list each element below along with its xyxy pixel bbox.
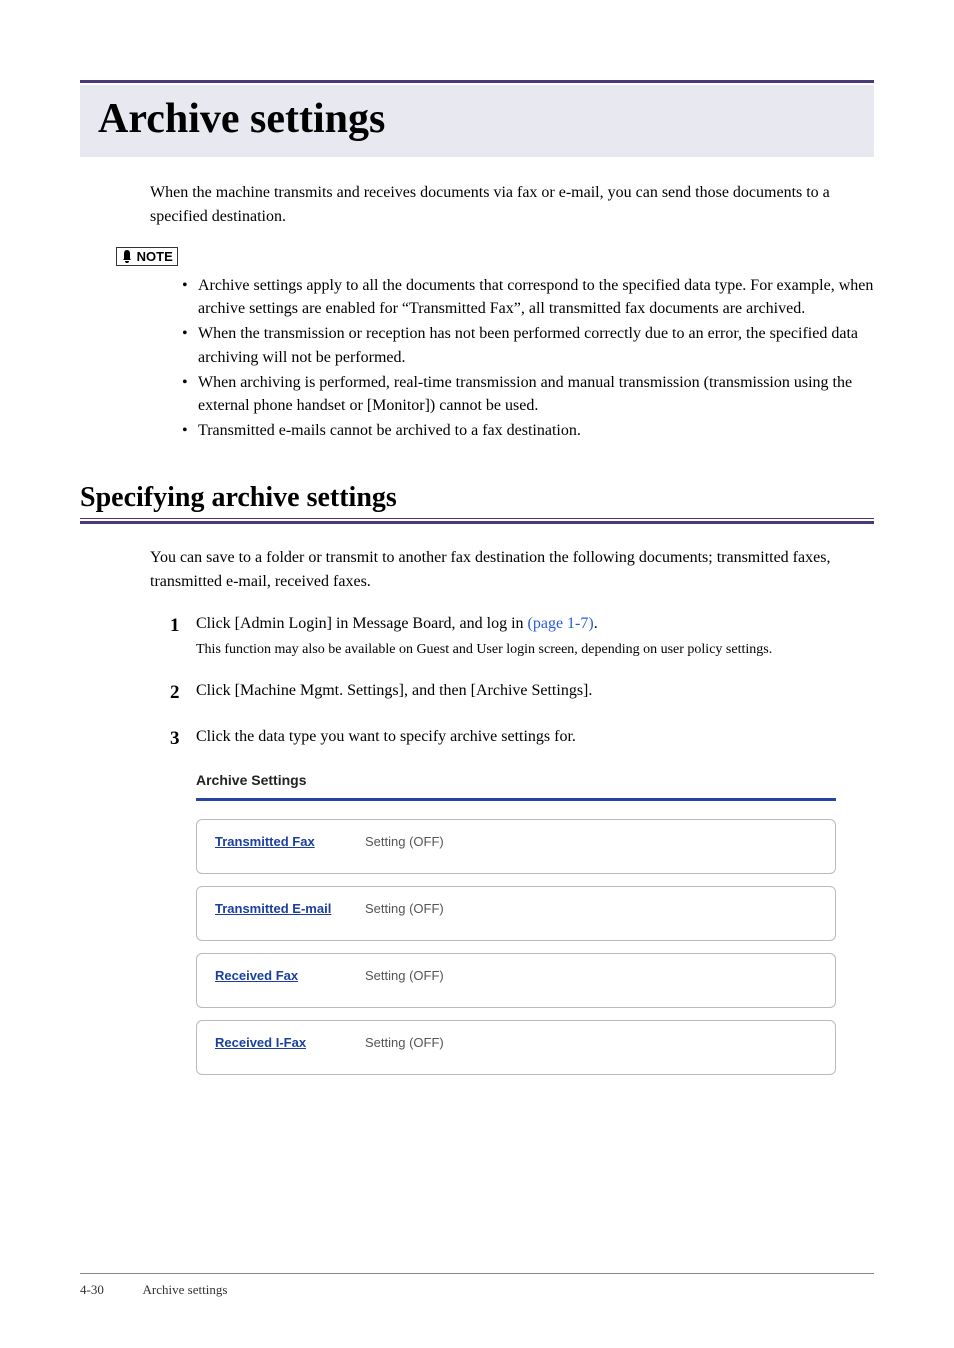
page-link[interactable]: (page 1-7) [528, 615, 594, 632]
step-text: Click [Machine Mgmt. Settings], and then… [196, 682, 592, 699]
section-heading: Specifying archive settings [80, 482, 874, 514]
setting-link[interactable]: Received Fax [215, 968, 365, 983]
note-item: When archiving is performed, real-time t… [182, 371, 874, 417]
page-number: 4-30 [80, 1282, 140, 1298]
step-text: . [594, 615, 598, 632]
step-text: Click the data type you want to specify … [196, 728, 576, 745]
screenshot-archive-settings: Archive Settings Transmitted Fax Setting… [196, 772, 874, 1075]
setting-value: Setting (OFF) [365, 1035, 444, 1050]
title-block: Archive settings [80, 85, 874, 157]
note-label: NOTE [116, 247, 178, 266]
setting-link[interactable]: Transmitted Fax [215, 834, 365, 849]
note-icon [121, 249, 133, 263]
setting-value: Setting (OFF) [365, 968, 444, 983]
note-item: Transmitted e-mails cannot be archived t… [182, 419, 874, 442]
setting-row-received-ifax: Received I-Fax Setting (OFF) [196, 1020, 836, 1075]
screenshot-rule [196, 798, 836, 801]
note-list: Archive settings apply to all the docume… [182, 274, 874, 442]
setting-value: Setting (OFF) [365, 834, 444, 849]
step-subtext: This function may also be available on G… [196, 640, 874, 660]
setting-link[interactable]: Transmitted E-mail [215, 901, 365, 916]
heading-rule [80, 518, 874, 519]
note-label-text: NOTE [137, 249, 173, 264]
screenshot-title: Archive Settings [196, 772, 874, 788]
page-footer: 4-30 Archive settings [80, 1273, 874, 1298]
step-body: Click [Machine Mgmt. Settings], and then… [196, 679, 874, 708]
step-number: 3 [170, 725, 196, 754]
step-3: 3 Click the data type you want to specif… [170, 725, 874, 754]
setting-row-transmitted-email: Transmitted E-mail Setting (OFF) [196, 886, 836, 941]
title-top-rule [80, 80, 874, 83]
setting-row-transmitted-fax: Transmitted Fax Setting (OFF) [196, 819, 836, 874]
setting-link[interactable]: Received I-Fax [215, 1035, 365, 1050]
step-number: 2 [170, 679, 196, 708]
step-2: 2 Click [Machine Mgmt. Settings], and th… [170, 679, 874, 708]
section-intro: You can save to a folder or transmit to … [150, 546, 874, 594]
intro-paragraph: When the machine transmits and receives … [150, 181, 874, 229]
setting-row-received-fax: Received Fax Setting (OFF) [196, 953, 836, 1008]
step-body: Click the data type you want to specify … [196, 725, 874, 754]
step-body: Click [Admin Login] in Message Board, an… [196, 612, 874, 660]
step-1: 1 Click [Admin Login] in Message Board, … [170, 612, 874, 660]
setting-value: Setting (OFF) [365, 901, 444, 916]
running-title: Archive settings [143, 1282, 228, 1297]
note-item: Archive settings apply to all the docume… [182, 274, 874, 320]
note-item: When the transmission or reception has n… [182, 322, 874, 368]
step-text: Click [Admin Login] in Message Board, an… [196, 615, 528, 632]
heading-rule [80, 521, 874, 524]
step-number: 1 [170, 612, 196, 660]
page-title: Archive settings [98, 95, 856, 143]
